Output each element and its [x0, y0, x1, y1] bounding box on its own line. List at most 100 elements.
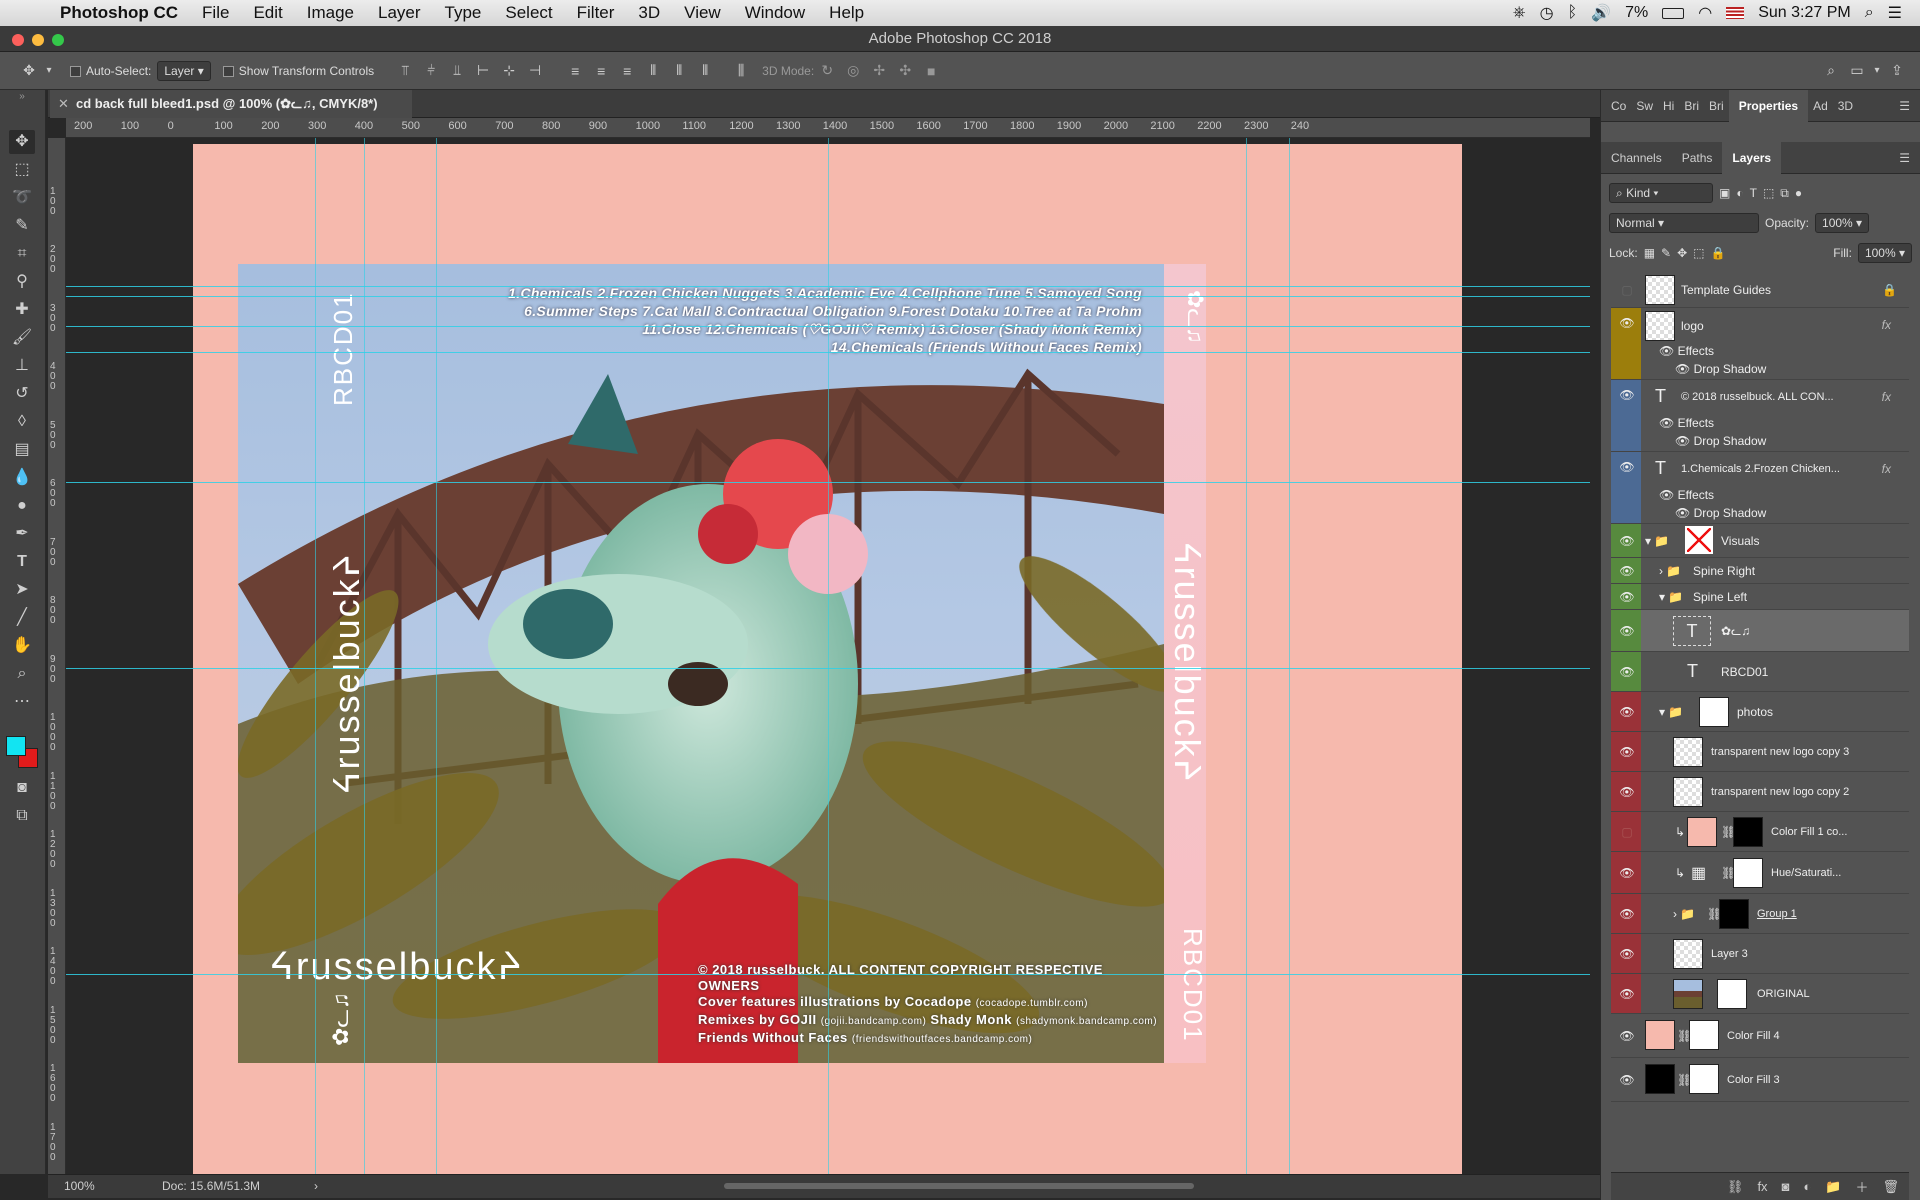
time-machine-icon[interactable]: ◷ [1540, 3, 1554, 23]
spotlight-icon[interactable]: ⌕ [1865, 4, 1874, 22]
more-tools-icon[interactable]: ⋯ [9, 690, 35, 714]
menu-type[interactable]: Type [433, 0, 494, 26]
autoselect-dropdown[interactable]: Layer ▾ [157, 60, 211, 81]
search-icon[interactable]: ⌕ [1818, 59, 1844, 83]
new-group-icon[interactable]: 📁 [1825, 1179, 1841, 1195]
brush-tool-icon[interactable]: 🖌 [9, 326, 35, 350]
move-tool-icon[interactable]: ✥ [9, 130, 35, 154]
move-tool-preset-icon[interactable]: ✥ [16, 59, 42, 83]
zoom-window-button[interactable] [52, 34, 64, 46]
marquee-tool-icon[interactable]: ⬚ [9, 158, 35, 182]
guide-line[interactable] [1289, 138, 1290, 1174]
filter-adjustment-icon[interactable]: ◐ [1736, 186, 1743, 200]
eye-icon[interactable]: 👁 [1619, 665, 1635, 679]
eye-icon[interactable]: 👁 [1619, 987, 1635, 1001]
effects-eye-icon[interactable]: 👁 [1659, 488, 1674, 502]
layer-row-selected[interactable]: 👁 T ✿ᓚ♫ [1611, 610, 1909, 652]
eye-icon[interactable]: 👁 [1619, 907, 1635, 921]
extension-icon[interactable]: ⎈ [1513, 4, 1526, 22]
layer-row[interactable]: 👁 ⛓ Color Fill 3 [1611, 1058, 1909, 1102]
auto-align-icon[interactable]: ⫼ [728, 59, 754, 83]
menu-image[interactable]: Image [295, 0, 366, 26]
menu-filter[interactable]: Filter [565, 0, 627, 26]
align-right-icon[interactable]: ⊣ [522, 59, 548, 83]
guide-line[interactable] [828, 138, 829, 1174]
visibility-off-icon[interactable]: ▢ [1619, 283, 1635, 297]
layer-mask-thumbnail[interactable] [1733, 817, 1763, 847]
scale-3d-icon[interactable]: ■ [918, 59, 944, 83]
distribute-top-icon[interactable]: ≡ [562, 59, 588, 83]
filter-shape-icon[interactable]: ⬚ [1763, 186, 1774, 200]
new-layer-icon[interactable]: ＋ [1855, 1177, 1868, 1196]
transform-checkbox[interactable] [222, 64, 239, 78]
battery-icon[interactable] [1662, 7, 1685, 19]
drop-shadow-eye-icon[interactable]: 👁 [1675, 506, 1690, 520]
menu-3d[interactable]: 3D [626, 0, 672, 26]
drop-shadow-eye-icon[interactable]: 👁 [1675, 434, 1690, 448]
collapse-toolbar-icon[interactable]: » [9, 90, 35, 104]
folder-collapsed-icon[interactable]: › 📁 [1659, 564, 1681, 578]
layer-mask-thumbnail[interactable] [1699, 697, 1729, 727]
layer-row[interactable]: 👁 ⛓ Color Fill 4 [1611, 1014, 1909, 1058]
layer-row[interactable]: 👁 T © 2018 russelbuck. ALL CON... fx 👁 E… [1611, 380, 1909, 452]
tab-adjustments[interactable]: Ad [1808, 99, 1833, 113]
tab-properties[interactable]: Properties [1728, 89, 1809, 122]
slide-3d-icon[interactable]: ✣ [892, 59, 918, 83]
eye-icon[interactable]: 👁 [1619, 534, 1635, 548]
fx-icon[interactable]: fx [1882, 390, 1891, 404]
eye-icon[interactable]: 👁 [1619, 1073, 1635, 1087]
eye-icon[interactable]: 👁 [1619, 590, 1635, 604]
filter-pixel-icon[interactable]: ▣ [1719, 186, 1730, 200]
layer-row[interactable]: 👁 T RBCD01 [1611, 652, 1909, 692]
flag-icon[interactable] [1726, 7, 1745, 19]
distribute-right-icon[interactable]: ⦀ [692, 59, 718, 83]
lock-transparent-icon[interactable]: ▦ [1644, 246, 1655, 260]
eye-icon[interactable]: 👁 [1619, 624, 1635, 638]
screen-mode-icon[interactable]: ⧉ [9, 804, 35, 828]
folder-collapsed-icon[interactable]: › 📁 [1673, 907, 1695, 921]
volume-icon[interactable]: 🔊 [1591, 3, 1611, 23]
layer-row[interactable]: 👁 ORIGINAL [1611, 974, 1909, 1014]
menu-app-name[interactable]: Photoshop CC [48, 0, 190, 26]
layer-row[interactable]: ▢ ↳ ⛓ Color Fill 1 co... [1611, 812, 1909, 852]
eye-icon[interactable]: 👁 [1619, 388, 1635, 402]
group-expand-icon[interactable]: ▾ 📁 [1645, 534, 1669, 548]
horizontal-scrollbar[interactable] [724, 1183, 1194, 1189]
roll-3d-icon[interactable]: ◎ [840, 59, 866, 83]
status-menu-arrow-icon[interactable]: › [314, 1175, 318, 1197]
clock[interactable]: Sun 3:27 PM [1758, 4, 1851, 22]
tab-3d[interactable]: 3D [1833, 99, 1858, 113]
foreground-color-swatch[interactable] [6, 736, 26, 756]
eye-icon[interactable]: 👁 [1619, 1029, 1635, 1043]
folder-expanded-icon[interactable]: ▾ 📁 [1659, 705, 1683, 719]
menu-select[interactable]: Select [493, 0, 564, 26]
fill-field[interactable]: 100% ▾ [1857, 243, 1912, 263]
healing-brush-tool-icon[interactable]: ✚ [9, 298, 35, 322]
layer-row[interactable]: 👁 T 1.Chemicals 2.Frozen Chicken... fx 👁… [1611, 452, 1909, 524]
fill-color-thumbnail[interactable] [1645, 1020, 1675, 1050]
dodge-tool-icon[interactable]: ● [9, 494, 35, 518]
align-bottom-icon[interactable]: ⫫ [444, 59, 470, 83]
add-mask-icon[interactable]: ◙ [1782, 1179, 1790, 1194]
align-left-icon[interactable]: ⊢ [470, 59, 496, 83]
menu-file[interactable]: File [190, 0, 241, 26]
close-window-button[interactable] [12, 34, 24, 46]
layer-group-row[interactable]: 👁 › 📁 ⛓ Group 1 [1611, 894, 1909, 934]
hand-tool-icon[interactable]: ✋ [9, 634, 35, 658]
fill-color-thumbnail[interactable] [1687, 817, 1717, 847]
align-top-icon[interactable]: ⫪ [392, 59, 418, 83]
menu-view[interactable]: View [672, 0, 733, 26]
drop-shadow-eye-icon[interactable]: 👁 [1675, 362, 1690, 376]
pen-tool-icon[interactable]: ✒ [9, 522, 35, 546]
filter-smart-icon[interactable]: ⧉ [1780, 186, 1789, 201]
guide-line[interactable] [1246, 138, 1247, 1174]
new-adjustment-icon[interactable]: ◐ [1803, 1179, 1811, 1194]
fx-icon[interactable]: fx [1882, 318, 1891, 332]
distribute-left-icon[interactable]: ⦀ [640, 59, 666, 83]
filter-kind-dropdown[interactable]: ⌕ Kind ▾ [1609, 183, 1713, 203]
autoselect-checkbox[interactable] [70, 64, 86, 78]
eyedropper-tool-icon[interactable]: ⚲ [9, 270, 35, 294]
distribute-vcenter-icon[interactable]: ≡ [588, 59, 614, 83]
folder-expanded-icon[interactable]: ▾ 📁 [1659, 590, 1683, 604]
workspace-chevron-icon[interactable]: ▾ [1870, 59, 1884, 83]
